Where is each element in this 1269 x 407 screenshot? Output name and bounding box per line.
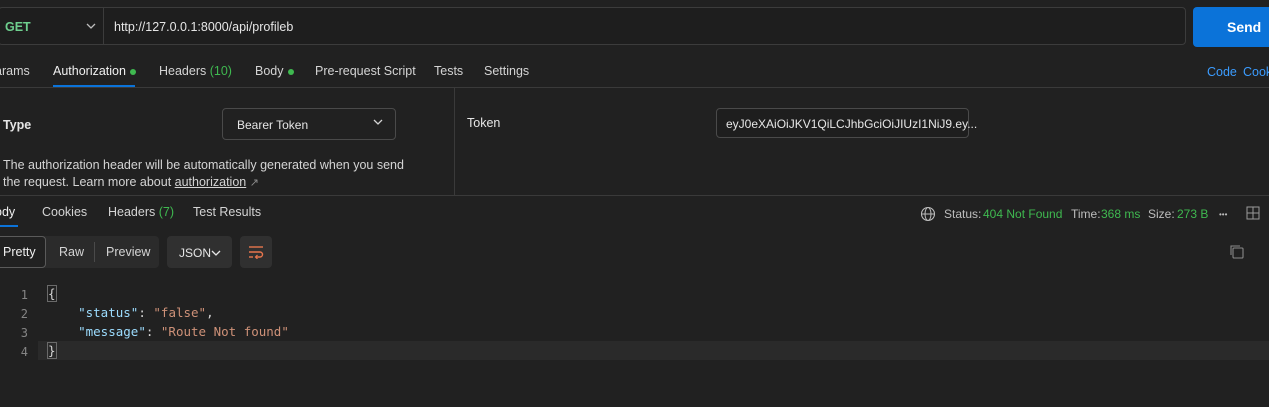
external-link-icon: ↗	[249, 177, 259, 189]
tab-response-cookies[interactable]: Cookies	[42, 205, 87, 219]
tab-settings[interactable]: Settings	[484, 64, 529, 78]
code-line[interactable]: "message": "Route Not found"	[48, 324, 289, 339]
tab-authorization[interactable]: Authorization	[53, 64, 136, 78]
wrap-lines-icon	[249, 246, 264, 259]
json-string: "Route Not found"	[160, 324, 289, 339]
code-line[interactable]: {	[47, 285, 57, 302]
tab-headers[interactable]: Headers (10)	[159, 64, 232, 78]
text-cursor	[55, 344, 57, 359]
status-dot-icon	[287, 68, 294, 75]
method-select[interactable]: GET	[5, 20, 31, 34]
code-link[interactable]: Code	[1207, 65, 1237, 79]
size-value[interactable]: 273 B	[1177, 207, 1208, 221]
tab-test-results[interactable]: Test Results	[193, 205, 261, 219]
tab-response-headers-label: Headers	[108, 205, 156, 219]
json-key: "status"	[78, 305, 139, 320]
status-badge[interactable]: 404 Not Found	[983, 207, 1062, 221]
preview-button[interactable]: Preview	[106, 245, 150, 259]
open-brace: {	[47, 285, 57, 302]
json-string: "false"	[153, 305, 207, 320]
tab-body[interactable]: Body	[255, 64, 294, 78]
token-label: Token	[467, 116, 501, 130]
section-divider	[454, 88, 455, 195]
size-label: Size:	[1148, 207, 1175, 221]
line-number: 4	[20, 345, 28, 359]
pretty-label: Pretty	[3, 245, 36, 259]
layout-toggle-icon[interactable]	[1246, 206, 1260, 220]
divider	[0, 195, 1269, 196]
time-label: Time:	[1071, 207, 1101, 221]
divider	[0, 87, 1269, 88]
copy-icon[interactable]	[1229, 244, 1245, 260]
token-value: eyJ0eXAiOiJKV1QiLCJhbGciOiJIUzI1NiJ9.ey.…	[726, 117, 978, 131]
code-line[interactable]: "status": "false",	[48, 305, 214, 320]
current-line-highlight	[38, 341, 1269, 360]
url-input[interactable]: http://127.0.0.1:8000/api/profileb	[114, 20, 293, 34]
divider	[94, 242, 95, 262]
chevron-down-icon[interactable]	[86, 21, 96, 31]
time-value[interactable]: 368 ms	[1101, 207, 1140, 221]
chevron-down-icon	[211, 250, 221, 256]
line-number: 2	[20, 307, 28, 321]
tab-body-label: Body	[255, 64, 284, 78]
auth-type-label: Type	[3, 118, 32, 132]
tab-response-headers[interactable]: Headers (7)	[108, 205, 174, 219]
active-tab-indicator	[0, 225, 18, 227]
json-key: "message"	[78, 324, 146, 339]
more-options-icon[interactable]: •••	[1219, 210, 1227, 219]
line-number: 1	[20, 288, 28, 302]
authorization-link[interactable]: authorization	[175, 175, 247, 189]
format-value: JSON	[179, 246, 212, 260]
wrap-lines-button[interactable]	[240, 236, 272, 268]
response-headers-count: (7)	[158, 205, 175, 219]
tab-tests[interactable]: Tests	[434, 64, 463, 78]
line-number: 3	[20, 326, 28, 340]
code-line[interactable]: }	[47, 342, 57, 359]
tab-params[interactable]: arams	[0, 64, 30, 78]
tab-response-body[interactable]: ody	[0, 205, 15, 219]
cookies-link[interactable]: Cook	[1243, 65, 1269, 79]
auth-description: The authorization header will be automat…	[3, 157, 423, 192]
chevron-down-icon	[373, 119, 383, 125]
globe-icon[interactable]	[920, 206, 936, 222]
close-brace: }	[47, 342, 57, 359]
tab-headers-label: Headers	[159, 64, 207, 78]
headers-count: (10)	[209, 64, 232, 78]
tab-prerequest-script[interactable]: Pre-request Script	[315, 64, 416, 78]
raw-button[interactable]: Raw	[59, 245, 84, 259]
status-label: Status:	[944, 207, 982, 221]
auth-type-value: Bearer Token	[237, 118, 309, 132]
url-divider	[103, 8, 104, 44]
tab-authorization-label: Authorization	[53, 64, 126, 78]
send-button[interactable]: Send	[1193, 7, 1269, 47]
status-dot-icon	[129, 68, 136, 75]
